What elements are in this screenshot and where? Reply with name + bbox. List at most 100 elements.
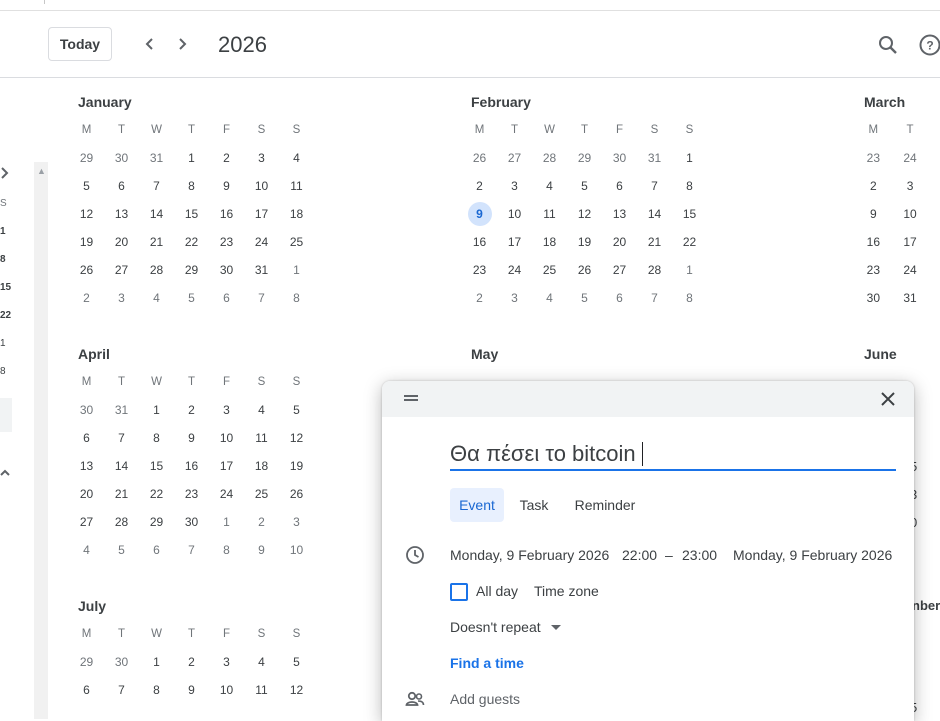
day-cell[interactable]: 23 xyxy=(462,256,497,284)
month-title[interactable]: July xyxy=(69,598,314,618)
dialog-header[interactable] xyxy=(382,381,914,417)
day-cell[interactable]: 4 xyxy=(532,172,567,200)
day-cell[interactable]: 1 xyxy=(209,508,244,536)
day-cell[interactable]: 4 xyxy=(244,396,279,424)
day-cell[interactable]: 12 xyxy=(279,424,314,452)
search-button[interactable] xyxy=(876,33,900,57)
day-cell[interactable]: 5 xyxy=(279,648,314,676)
day-cell[interactable]: 16 xyxy=(174,452,209,480)
day-cell[interactable]: 18 xyxy=(244,452,279,480)
end-date[interactable]: Monday, 9 February 2026 xyxy=(733,547,892,563)
day-cell[interactable]: 19 xyxy=(567,228,602,256)
day-cell[interactable]: 8 xyxy=(672,284,707,312)
day-cell[interactable]: 11 xyxy=(279,172,314,200)
month-title[interactable]: June xyxy=(855,346,940,366)
day-cell[interactable]: 4 xyxy=(244,648,279,676)
day-cell[interactable]: 12 xyxy=(279,676,314,704)
day-cell[interactable]: 6 xyxy=(69,676,104,704)
day-cell[interactable]: 5 xyxy=(69,172,104,200)
day-cell[interactable]: 28 xyxy=(637,256,672,284)
day-cell[interactable]: 5 xyxy=(174,284,209,312)
month-title[interactable]: April xyxy=(69,346,314,366)
day-cell[interactable]: 7 xyxy=(174,536,209,564)
today-button[interactable]: Today xyxy=(48,27,112,61)
day-cell[interactable]: 8 xyxy=(139,676,174,704)
day-cell[interactable]: 30 xyxy=(209,256,244,284)
day-cell[interactable]: 2 xyxy=(174,396,209,424)
day-cell[interactable]: 8 xyxy=(174,172,209,200)
day-cell[interactable]: 9 xyxy=(244,536,279,564)
day-cell[interactable]: 4 xyxy=(279,144,314,172)
day-cell[interactable]: 8 xyxy=(279,284,314,312)
mini-cal-day[interactable]: 8 xyxy=(0,254,6,265)
day-cell[interactable]: 13 xyxy=(602,200,637,228)
tab-event[interactable]: Event xyxy=(450,488,504,522)
day-cell[interactable]: 3 xyxy=(892,172,929,200)
day-cell[interactable]: 2 xyxy=(462,284,497,312)
start-time[interactable]: 22:00 xyxy=(622,547,657,563)
day-cell[interactable]: 6 xyxy=(69,424,104,452)
tab-reminder[interactable]: Reminder xyxy=(568,488,642,522)
find-a-time-link[interactable]: Find a time xyxy=(450,655,524,671)
day-cell[interactable]: 20 xyxy=(602,228,637,256)
day-cell[interactable]: 27 xyxy=(497,144,532,172)
prev-year-button[interactable] xyxy=(139,33,161,55)
day-cell[interactable]: 6 xyxy=(602,284,637,312)
close-button[interactable] xyxy=(878,389,898,409)
day-cell[interactable]: 10 xyxy=(892,200,929,228)
day-cell[interactable]: 9 xyxy=(855,200,892,228)
tab-task[interactable]: Task xyxy=(512,488,556,522)
day-cell[interactable]: 18 xyxy=(279,200,314,228)
day-cell[interactable]: 7 xyxy=(637,284,672,312)
day-cell[interactable]: 22 xyxy=(174,228,209,256)
mini-cal-day[interactable]: 1 xyxy=(0,226,6,237)
mini-cal-day[interactable]: 8 xyxy=(0,366,6,377)
day-cell[interactable]: 29 xyxy=(174,256,209,284)
day-cell[interactable]: 25 xyxy=(279,228,314,256)
day-cell[interactable]: 14 xyxy=(104,452,139,480)
day-cell[interactable]: 18 xyxy=(532,228,567,256)
month-title[interactable]: May xyxy=(462,346,707,366)
day-cell[interactable]: 14 xyxy=(139,200,174,228)
event-title-input[interactable] xyxy=(450,439,896,471)
day-cell[interactable]: 27 xyxy=(602,256,637,284)
day-cell[interactable]: 26 xyxy=(69,256,104,284)
month-title[interactable]: January xyxy=(69,94,314,114)
day-cell[interactable]: 13 xyxy=(104,200,139,228)
day-cell[interactable]: 2 xyxy=(462,172,497,200)
add-guests-input[interactable]: Add guests xyxy=(450,691,520,707)
day-cell[interactable]: 17 xyxy=(892,228,929,256)
day-cell[interactable]: 27 xyxy=(104,256,139,284)
day-cell[interactable]: 3 xyxy=(497,284,532,312)
scroll-up-arrow[interactable]: ▲ xyxy=(37,166,46,176)
day-cell[interactable]: 31 xyxy=(104,396,139,424)
day-cell[interactable]: 23 xyxy=(174,480,209,508)
day-cell[interactable]: 12 xyxy=(567,200,602,228)
mini-cal-day[interactable]: 22 xyxy=(0,310,11,321)
day-cell[interactable]: 7 xyxy=(139,172,174,200)
day-cell[interactable]: 5 xyxy=(567,284,602,312)
day-cell[interactable]: 7 xyxy=(104,424,139,452)
day-cell[interactable]: 6 xyxy=(139,536,174,564)
day-cell[interactable]: 31 xyxy=(139,144,174,172)
day-cell[interactable]: 10 xyxy=(209,676,244,704)
day-cell[interactable]: 25 xyxy=(244,480,279,508)
chevron-right-icon[interactable] xyxy=(0,166,10,180)
day-cell[interactable]: 27 xyxy=(69,508,104,536)
mini-cal-day[interactable]: 1 xyxy=(0,338,6,349)
day-cell[interactable]: 5 xyxy=(567,172,602,200)
day-cell[interactable]: 17 xyxy=(209,452,244,480)
day-cell[interactable]: 6 xyxy=(602,172,637,200)
day-cell[interactable]: 6 xyxy=(104,172,139,200)
day-cell[interactable]: 4 xyxy=(139,284,174,312)
day-cell[interactable]: 30 xyxy=(174,508,209,536)
day-cell[interactable]: 3 xyxy=(104,284,139,312)
day-cell[interactable]: 11 xyxy=(244,676,279,704)
day-cell[interactable]: 9 xyxy=(209,172,244,200)
day-cell[interactable]: 30 xyxy=(69,396,104,424)
day-cell[interactable]: 3 xyxy=(244,144,279,172)
day-cell[interactable]: 2 xyxy=(209,144,244,172)
next-year-button[interactable] xyxy=(171,33,193,55)
start-date[interactable]: Monday, 9 February 2026 xyxy=(450,547,609,563)
day-cell[interactable]: 8 xyxy=(209,536,244,564)
